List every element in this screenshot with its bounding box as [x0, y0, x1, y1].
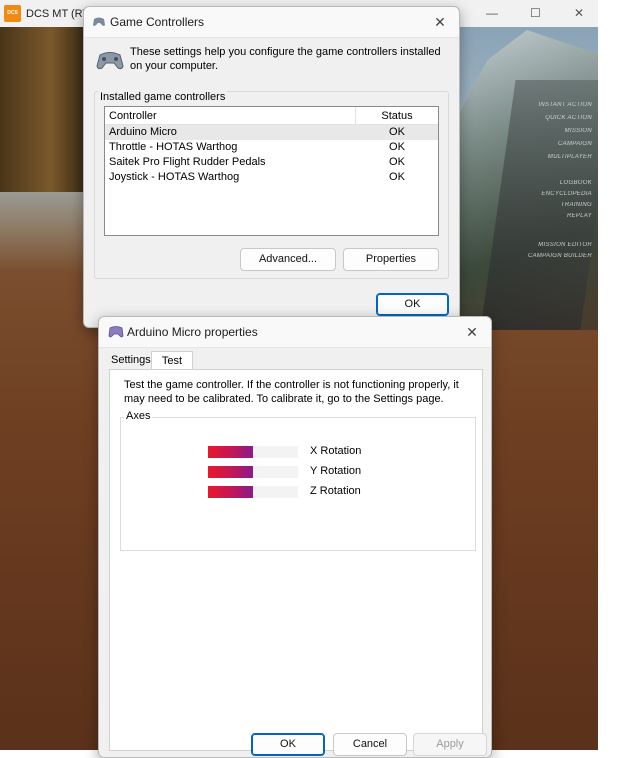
background-menu-item: LOGBOOK: [559, 180, 592, 186]
close-icon[interactable]: ✕: [463, 323, 481, 341]
controller-status: OK: [389, 126, 405, 138]
column-header-status[interactable]: Status: [356, 110, 438, 122]
cancel-button[interactable]: Cancel: [333, 733, 407, 756]
axis-label: X Rotation: [310, 445, 362, 457]
axes-label: Axes: [124, 410, 153, 422]
axis-bar-fill: [208, 466, 253, 478]
gamepad-icon: [96, 52, 124, 70]
table-row[interactable]: Saitek Pro Flight Rudder Pedals OK: [105, 155, 438, 170]
background-menu-item: QUICK ACTION: [545, 115, 592, 121]
background-menu-item: REPLAY: [566, 213, 592, 219]
test-tab-page: Test the game controller. If the control…: [109, 369, 483, 751]
ok-button[interactable]: OK: [376, 293, 449, 316]
properties-button[interactable]: Properties: [343, 248, 439, 271]
controller-properties-dialog: Arduino Micro properties ✕ Settings Test…: [98, 316, 492, 758]
background-menu-item: MULTIPLAYER: [547, 154, 592, 160]
properties-title: Arduino Micro properties: [127, 325, 258, 339]
background-menu-item: CAMPAIGN: [558, 141, 592, 147]
properties-titlebar: Arduino Micro properties ✕: [99, 317, 491, 348]
advanced-button[interactable]: Advanced...: [240, 248, 336, 271]
apply-button[interactable]: Apply: [413, 733, 487, 756]
gamepad-icon: [108, 326, 124, 338]
game-controllers-title: Game Controllers: [110, 15, 205, 29]
background-menu-list: INSTANT ACTION QUICK ACTION MISSION CAMPAIG…: [498, 80, 598, 330]
game-controllers-description: These settings help you configure the ga…: [130, 46, 441, 72]
axis-bar: [208, 466, 298, 478]
controller-name: Arduino Micro: [109, 126, 177, 138]
axis-bar-fill: [208, 486, 253, 498]
axis-bar: [208, 486, 298, 498]
page-scrollbar-area: [598, 0, 624, 750]
properties-tabs: Settings Test: [109, 351, 481, 371]
background-menu-item: CAMPAIGN BUILDER: [527, 253, 592, 259]
axis-x-rotation: X Rotation: [208, 445, 458, 458]
close-icon[interactable]: ✕: [431, 13, 449, 31]
background-menu-item: TRAINING: [560, 202, 592, 208]
table-row[interactable]: Arduino Micro OK: [105, 125, 438, 140]
column-header-controller[interactable]: Controller: [109, 110, 157, 122]
axis-bar-fill: [208, 446, 253, 458]
controllers-list[interactable]: Controller Status Arduino Micro OK Throt…: [104, 106, 439, 236]
tab-test[interactable]: Test: [151, 351, 193, 371]
axis-z-rotation: Z Rotation: [208, 485, 458, 498]
background-window-title: DCS MT (RT: [26, 8, 90, 20]
minimize-icon[interactable]: —: [486, 6, 498, 20]
controller-name: Saitek Pro Flight Rudder Pedals: [109, 156, 266, 168]
background-menu-item: MISSION: [564, 128, 592, 134]
controllers-list-header: Controller Status: [105, 107, 438, 125]
controller-status: OK: [389, 141, 405, 153]
game-controllers-dialog: Game Controllers ✕ These settings help y…: [83, 6, 460, 328]
table-row[interactable]: Throttle - HOTAS Warthog OK: [105, 140, 438, 155]
background-menu-item: ENCYCLOPEDIA: [541, 191, 592, 197]
axis-y-rotation: Y Rotation: [208, 465, 458, 478]
axis-label: Y Rotation: [310, 465, 362, 477]
controller-name: Joystick - HOTAS Warthog: [109, 171, 240, 183]
controller-name: Throttle - HOTAS Warthog: [109, 141, 238, 153]
axis-bar: [208, 446, 298, 458]
dcs-logo-icon: DCS: [4, 5, 21, 22]
background-hangar-pillar: [0, 27, 85, 192]
ok-button[interactable]: OK: [251, 733, 325, 756]
controller-status: OK: [389, 171, 405, 183]
axes-group: [120, 417, 476, 551]
close-icon[interactable]: ✕: [574, 6, 584, 20]
table-row[interactable]: Joystick - HOTAS Warthog OK: [105, 170, 438, 185]
game-controllers-titlebar: Game Controllers ✕: [84, 7, 459, 38]
tab-settings[interactable]: Settings: [109, 351, 153, 369]
background-menu-item: INSTANT ACTION: [538, 102, 592, 108]
maximize-icon[interactable]: ☐: [530, 6, 541, 20]
axis-label: Z Rotation: [310, 485, 361, 497]
installed-controllers-label: Installed game controllers: [98, 91, 228, 103]
gamepad-icon: [93, 17, 105, 26]
background-menu-item: MISSION EDITOR: [538, 242, 592, 248]
test-description: Test the game controller. If the control…: [124, 379, 459, 405]
controller-status: OK: [389, 156, 405, 168]
